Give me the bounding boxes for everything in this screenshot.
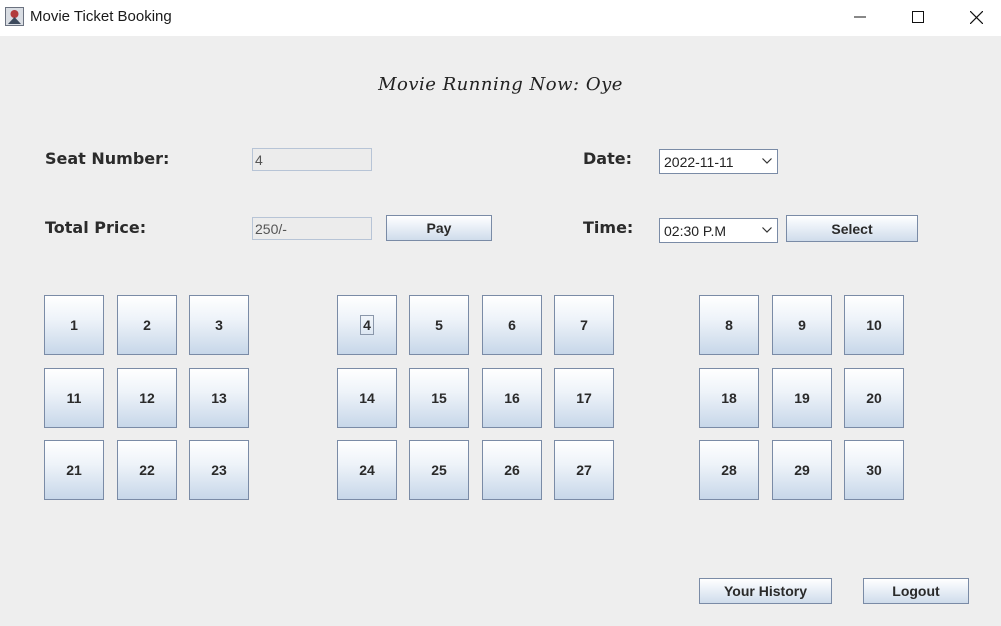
seat-label: 13 bbox=[211, 390, 227, 406]
seat-button-29[interactable]: 29 bbox=[772, 440, 832, 500]
seat-label: 1 bbox=[70, 317, 78, 333]
seat-button-2[interactable]: 2 bbox=[117, 295, 177, 355]
total-price-label: Total Price: bbox=[45, 218, 147, 237]
logout-button[interactable]: Logout bbox=[863, 578, 969, 604]
seat-label: 5 bbox=[435, 317, 443, 333]
seat-button-22[interactable]: 22 bbox=[117, 440, 177, 500]
seat-label: 23 bbox=[211, 462, 227, 478]
time-select[interactable]: 02:30 P.M bbox=[659, 218, 778, 243]
title-bar: Movie Ticket Booking bbox=[0, 0, 1001, 36]
seat-button-20[interactable]: 20 bbox=[844, 368, 904, 428]
seat-label: 9 bbox=[798, 317, 806, 333]
total-price-field[interactable]: 250/- bbox=[252, 217, 372, 240]
seat-button-18[interactable]: 18 bbox=[699, 368, 759, 428]
seat-label: 16 bbox=[504, 390, 520, 406]
java-app-icon bbox=[5, 7, 24, 26]
maximize-icon bbox=[912, 11, 924, 23]
seat-button-15[interactable]: 15 bbox=[409, 368, 469, 428]
seat-label: 22 bbox=[139, 462, 155, 478]
seat-label: 28 bbox=[721, 462, 737, 478]
seat-label: 2 bbox=[143, 317, 151, 333]
date-label: Date: bbox=[583, 149, 632, 168]
seat-label: 4 bbox=[360, 315, 374, 335]
movie-heading: Movie Running Now: Oye bbox=[378, 74, 623, 95]
select-button[interactable]: Select bbox=[786, 215, 918, 242]
seat-button-26[interactable]: 26 bbox=[482, 440, 542, 500]
seat-button-1[interactable]: 1 bbox=[44, 295, 104, 355]
date-select[interactable]: 2022-11-11 bbox=[659, 149, 778, 174]
minimize-icon bbox=[854, 16, 866, 18]
seat-button-6[interactable]: 6 bbox=[482, 295, 542, 355]
close-button[interactable] bbox=[947, 0, 1001, 34]
seat-button-5[interactable]: 5 bbox=[409, 295, 469, 355]
seat-button-7[interactable]: 7 bbox=[554, 295, 614, 355]
seat-label: 26 bbox=[504, 462, 520, 478]
seat-button-30[interactable]: 30 bbox=[844, 440, 904, 500]
seat-button-14[interactable]: 14 bbox=[337, 368, 397, 428]
seat-label: 25 bbox=[431, 462, 447, 478]
seat-label: 20 bbox=[866, 390, 882, 406]
seat-button-10[interactable]: 10 bbox=[844, 295, 904, 355]
seat-label: 30 bbox=[866, 462, 882, 478]
seat-button-12[interactable]: 12 bbox=[117, 368, 177, 428]
time-label: Time: bbox=[583, 218, 634, 237]
seat-label: 29 bbox=[794, 462, 810, 478]
maximize-button[interactable] bbox=[889, 0, 947, 34]
seat-number-label: Seat Number: bbox=[45, 149, 170, 168]
seat-button-19[interactable]: 19 bbox=[772, 368, 832, 428]
seat-label: 12 bbox=[139, 390, 155, 406]
seat-button-9[interactable]: 9 bbox=[772, 295, 832, 355]
chevron-down-icon bbox=[762, 158, 772, 164]
window-title: Movie Ticket Booking bbox=[30, 8, 172, 25]
date-value: 2022-11-11 bbox=[664, 154, 734, 170]
seat-button-27[interactable]: 27 bbox=[554, 440, 614, 500]
seat-button-21[interactable]: 21 bbox=[44, 440, 104, 500]
seat-label: 27 bbox=[576, 462, 592, 478]
seat-label: 8 bbox=[725, 317, 733, 333]
seat-label: 14 bbox=[359, 390, 375, 406]
seat-label: 17 bbox=[576, 390, 592, 406]
chevron-down-icon bbox=[762, 227, 772, 233]
time-value: 02:30 P.M bbox=[664, 223, 727, 239]
seat-button-25[interactable]: 25 bbox=[409, 440, 469, 500]
seat-number-field[interactable]: 4 bbox=[252, 148, 372, 171]
seat-button-11[interactable]: 11 bbox=[44, 368, 104, 428]
seat-button-8[interactable]: 8 bbox=[699, 295, 759, 355]
your-history-button[interactable]: Your History bbox=[699, 578, 832, 604]
seat-label: 18 bbox=[721, 390, 737, 406]
seat-label: 15 bbox=[431, 390, 447, 406]
pay-button[interactable]: Pay bbox=[386, 215, 492, 241]
seat-button-13[interactable]: 13 bbox=[189, 368, 249, 428]
seat-label: 11 bbox=[66, 390, 82, 406]
seat-label: 19 bbox=[794, 390, 810, 406]
close-icon bbox=[969, 10, 983, 24]
seat-button-4[interactable]: 4 bbox=[337, 295, 397, 355]
seat-label: 7 bbox=[580, 317, 588, 333]
seat-button-17[interactable]: 17 bbox=[554, 368, 614, 428]
seat-label: 6 bbox=[508, 317, 516, 333]
minimize-button[interactable] bbox=[831, 0, 889, 34]
seat-button-23[interactable]: 23 bbox=[189, 440, 249, 500]
seat-button-24[interactable]: 24 bbox=[337, 440, 397, 500]
seat-button-16[interactable]: 16 bbox=[482, 368, 542, 428]
seat-button-3[interactable]: 3 bbox=[189, 295, 249, 355]
seat-label: 10 bbox=[866, 317, 882, 333]
seat-label: 3 bbox=[215, 317, 223, 333]
seat-button-28[interactable]: 28 bbox=[699, 440, 759, 500]
seat-label: 24 bbox=[359, 462, 375, 478]
seat-label: 21 bbox=[66, 462, 82, 478]
